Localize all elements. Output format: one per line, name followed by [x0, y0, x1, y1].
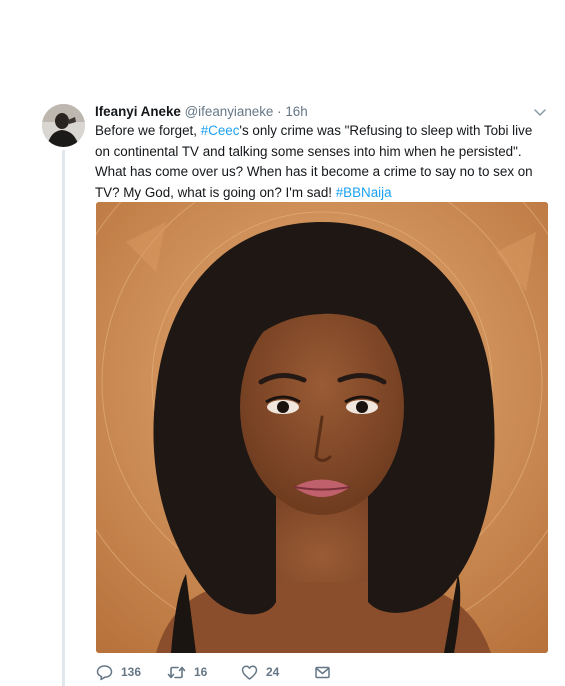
thread-line [62, 150, 65, 686]
retweet-count: 16 [194, 665, 208, 679]
tweet-timestamp[interactable]: 16h [285, 104, 307, 119]
separator-dot: · [277, 104, 282, 119]
hashtag-bbnaija[interactable]: #BBNaija [336, 185, 392, 200]
like-count: 24 [266, 665, 280, 679]
tweet-actions: 136 16 24 [96, 663, 356, 681]
reply-count: 136 [121, 665, 142, 679]
author-name[interactable]: Ifeanyi Aneke [95, 104, 181, 119]
reply-button[interactable]: 136 [96, 663, 141, 681]
hashtag-ceec[interactable]: #Ceec [201, 123, 240, 138]
tweet-text: Before we forget, #Ceec's only crime was… [95, 121, 550, 203]
heart-icon [241, 664, 258, 681]
like-button[interactable]: 24 [241, 663, 279, 681]
chevron-down-icon[interactable] [533, 105, 547, 119]
avatar[interactable] [42, 104, 85, 147]
retweet-button[interactable]: 16 [167, 663, 207, 681]
reply-icon [96, 664, 113, 681]
tweet[interactable]: Ifeanyi Aneke @ifeanyianeke · 16h Before… [0, 0, 565, 686]
direct-message-button[interactable] [314, 663, 331, 681]
retweet-icon [167, 664, 186, 681]
portrait-image [96, 202, 548, 653]
envelope-icon [314, 664, 331, 681]
author-handle[interactable]: @ifeanyianeke [185, 104, 274, 119]
tweet-header: Ifeanyi Aneke @ifeanyianeke · 16h [95, 103, 308, 120]
tweet-photo[interactable] [96, 202, 548, 653]
avatar-image [42, 104, 85, 147]
tweet-text-part: Before we forget, [95, 123, 201, 138]
